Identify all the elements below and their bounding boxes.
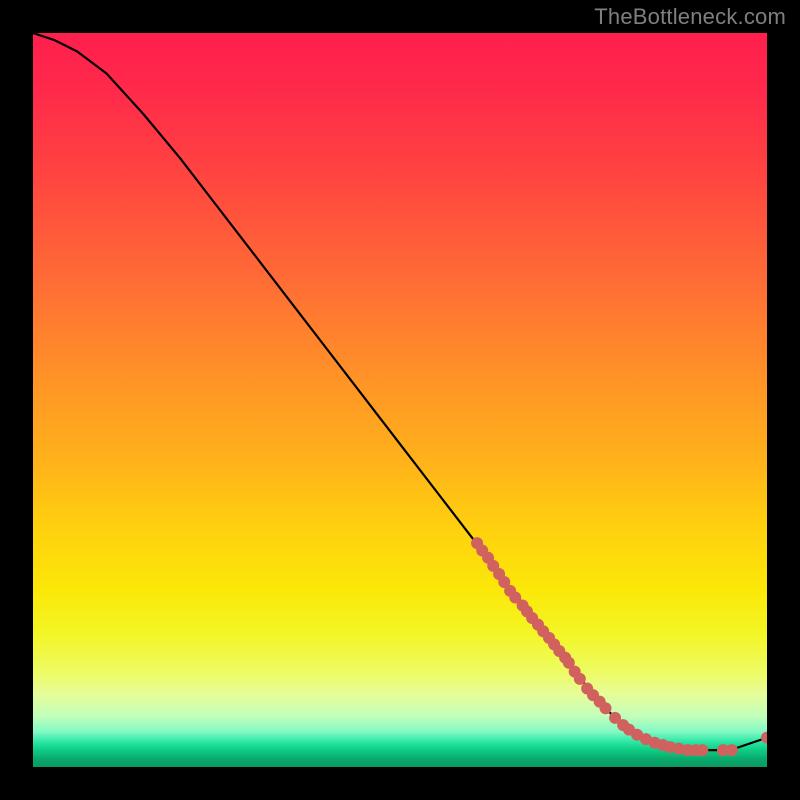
watermark-label: TheBottleneck.com [594, 4, 786, 30]
scatter-point [600, 702, 612, 714]
plot-area [33, 33, 767, 767]
scatter-point [761, 732, 767, 744]
chart-svg [33, 33, 767, 767]
scatter-point [574, 673, 586, 685]
scatter-point [696, 744, 708, 756]
scatter-point [726, 744, 738, 756]
chart-frame: TheBottleneck.com [0, 0, 800, 800]
scatter-points [471, 537, 767, 756]
bottleneck-curve [33, 33, 767, 750]
